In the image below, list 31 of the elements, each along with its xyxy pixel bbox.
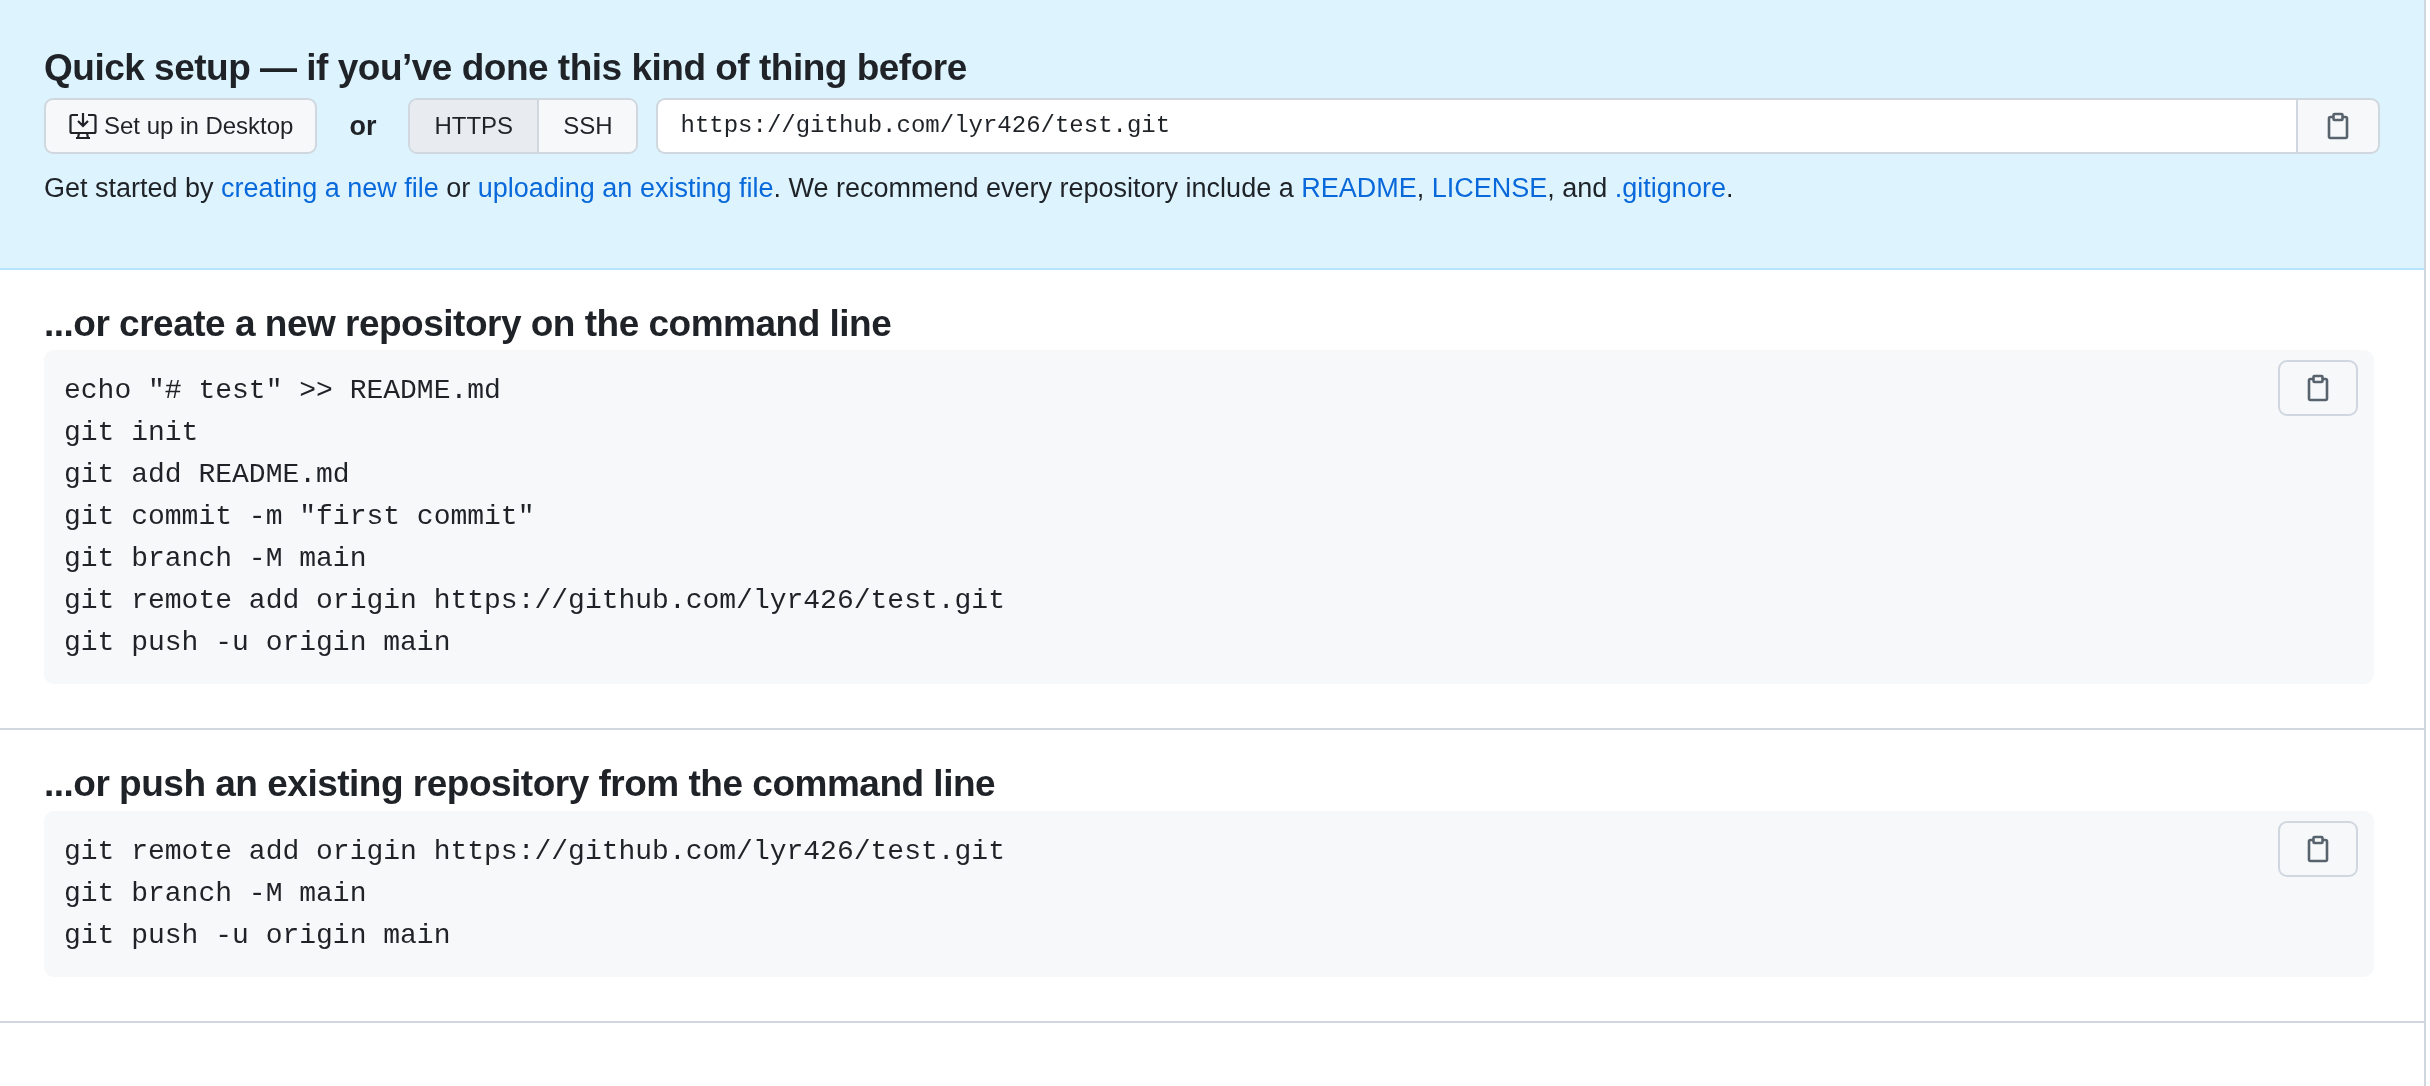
clipboard-icon xyxy=(2306,834,2330,863)
code-line: git push -u origin main xyxy=(64,918,451,953)
link[interactable]: LICENSE xyxy=(1431,173,1548,204)
code-line: git add README.md xyxy=(64,458,350,493)
code-line: git commit -m "first commit" xyxy=(64,500,535,535)
desktop-download-icon xyxy=(68,112,98,141)
section-heading: ...or create a new repository on the command line xyxy=(44,302,893,346)
code-line: git remote add origin https://github.com/lyr426/test.git xyxy=(64,834,1005,869)
or-label: or xyxy=(348,110,378,144)
code-line: git remote add origin https://github.com/lyr426/test.git xyxy=(64,584,1005,619)
link[interactable]: creating a new file xyxy=(221,173,439,204)
copy-button[interactable] xyxy=(2278,360,2358,417)
clipboard-icon xyxy=(2326,112,2350,141)
intro-text: Get started by creating a new file or uploading an existing file. We recommend every repository include a README, LICENSE, and .gitignore. xyxy=(44,172,1735,206)
copy-button[interactable] xyxy=(2296,98,2380,155)
code-line: git init xyxy=(64,416,199,451)
link[interactable]: uploading an existing file xyxy=(477,173,774,204)
link[interactable]: README xyxy=(1301,173,1417,204)
link[interactable]: .gitignore xyxy=(1614,173,1726,204)
protocol-tab[interactable]: HTTPS xyxy=(410,100,538,153)
code-line: git branch -M main xyxy=(64,542,367,577)
code-line: git push -u origin main xyxy=(64,626,451,661)
desktop-button[interactable]: Set up in Desktop xyxy=(44,98,318,155)
code-line: git branch -M main xyxy=(64,876,367,911)
section-heading: Quick setup — if you’ve done this kind of thing before xyxy=(44,46,968,90)
protocol-tab[interactable]: SSH xyxy=(537,100,637,153)
clone-url-field[interactable]: https://github.com/lyr426/test.git xyxy=(656,98,2296,155)
copy-button[interactable] xyxy=(2278,820,2358,877)
clipboard-icon xyxy=(2306,374,2330,403)
code-line: echo "# test" >> README.md xyxy=(64,374,501,409)
section-heading: ...or push an existing repository from the command line xyxy=(44,762,997,807)
